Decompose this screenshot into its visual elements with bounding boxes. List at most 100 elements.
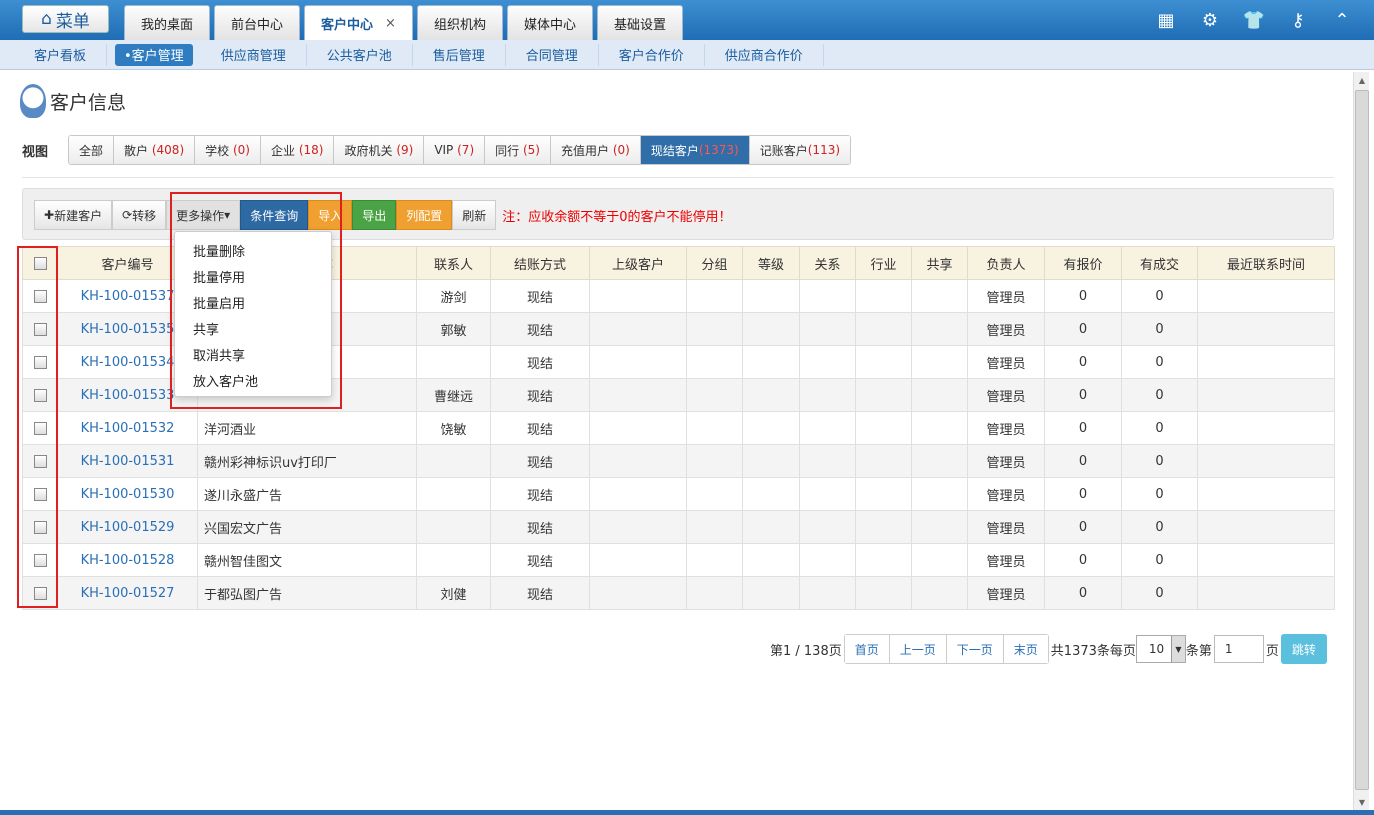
customer-code-link[interactable]: KH-100-01530 (57, 477, 198, 511)
collapse-icon[interactable]: ⌃ (1330, 8, 1354, 32)
payment-method-cell: 现结 (490, 576, 590, 610)
customer-code-link[interactable]: KH-100-01529 (57, 510, 198, 544)
group-cell (686, 312, 743, 346)
column-header[interactable]: 有成交 (1121, 246, 1198, 280)
view-tab-all[interactable]: 全部 (69, 136, 115, 164)
subnav-item-after-sales[interactable]: 售后管理 (413, 43, 506, 66)
view-tab-credit[interactable]: 记账客户 (113) (749, 136, 851, 164)
subnav-item-supplier-price[interactable]: 供应商合作价 (705, 43, 824, 66)
column-header[interactable]: 结账方式 (490, 246, 590, 280)
per-page-select[interactable]: 10 ▼ (1135, 635, 1186, 663)
view-label: 视图 (22, 144, 49, 160)
table-row[interactable]: KH-100-01528 赣州智佳图文 现结 管理员 0 0 (22, 543, 1335, 577)
subnav-item-customer-management[interactable]: •客户管理 (115, 43, 193, 66)
column-header[interactable]: 等级 (742, 246, 800, 280)
export-button[interactable]: 导出 (352, 200, 397, 230)
column-header[interactable]: 共享 (911, 246, 968, 280)
group-cell (686, 378, 743, 412)
menu-button[interactable]: ⌂ 菜单 (22, 5, 109, 33)
owner-cell: 管理员 (967, 510, 1045, 544)
contact-cell (416, 444, 491, 478)
table-row[interactable]: KH-100-01532 洋河酒业 饶敏 现结 管理员 0 0 (22, 411, 1335, 445)
scroll-down-icon[interactable]: ▼ (1354, 794, 1370, 810)
view-tab-government[interactable]: 政府机关 (9) (334, 136, 425, 164)
tab-label: 客户中心 (321, 17, 374, 33)
vertical-scrollbar[interactable]: ▲ ▼ (1353, 72, 1369, 810)
table-row[interactable]: KH-100-01531 赣州彩神标识uv打印厂 现结 管理员 0 0 (22, 444, 1335, 478)
customer-code-link[interactable]: KH-100-01532 (57, 411, 198, 445)
parent-customer-cell (589, 477, 687, 511)
goto-page-input[interactable]: 1 (1213, 635, 1264, 663)
grid-icon[interactable]: ▦ (1154, 8, 1178, 32)
column-header[interactable]: 负责人 (967, 246, 1045, 280)
group-cell (686, 477, 743, 511)
next-page-button[interactable]: 下一页 (946, 635, 1004, 663)
subnav-item-supplier-management[interactable]: 供应商管理 (201, 43, 307, 66)
tab-media-center[interactable]: 媒体中心 (506, 5, 593, 40)
shared-cell (911, 576, 968, 610)
table-row[interactable]: KH-100-01529 兴国宏文广告 现结 管理员 0 0 (22, 510, 1335, 544)
gear-icon[interactable]: ⚙ (1198, 8, 1222, 32)
tab-organization[interactable]: 组织机构 (416, 5, 503, 40)
close-icon[interactable]: × (385, 16, 396, 31)
parent-customer-cell (589, 312, 687, 346)
scroll-thumb[interactable] (1355, 90, 1369, 790)
last-contact-cell (1197, 543, 1335, 577)
column-header[interactable]: 上级客户 (589, 246, 687, 280)
subnav-item-customer-price[interactable]: 客户合作价 (599, 43, 705, 66)
column-header[interactable]: 联系人 (416, 246, 491, 280)
view-tab-peer[interactable]: 同行 (5) (485, 136, 551, 164)
owner-cell: 管理员 (967, 576, 1045, 610)
owner-cell: 管理员 (967, 312, 1045, 346)
customer-code-link[interactable]: KH-100-01527 (57, 576, 198, 610)
column-header[interactable]: 分组 (686, 246, 743, 280)
column-header[interactable]: 最近联系时间 (1197, 246, 1335, 280)
parent-customer-cell (589, 576, 687, 610)
last-contact-cell (1197, 279, 1335, 313)
view-tab-school[interactable]: 学校 (0) (195, 136, 261, 164)
page-title: 客户信息 (20, 84, 126, 118)
tab-label: 组织机构 (433, 17, 486, 33)
tab-front-center[interactable]: 前台中心 (214, 5, 301, 40)
new-customer-button[interactable]: ✚ 新建客户 (34, 200, 113, 230)
table-row[interactable]: KH-100-01530 遂川永盛广告 现结 管理员 0 0 (22, 477, 1335, 511)
subnav-item-contracts[interactable]: 合同管理 (506, 43, 599, 66)
view-tab-enterprise[interactable]: 企业 (18) (260, 136, 335, 164)
view-tab-cash[interactable]: 现结客户 (1373) (640, 136, 750, 164)
industry-cell (855, 576, 912, 610)
quote-cell: 0 (1044, 378, 1122, 412)
subnav-item-dashboard[interactable]: 客户看板 (14, 43, 108, 66)
prev-page-button[interactable]: 上一页 (889, 635, 947, 663)
first-page-button[interactable]: 首页 (844, 635, 890, 663)
last-contact-cell (1197, 345, 1335, 379)
view-tab-recharge[interactable]: 充值用户 (0) (550, 136, 641, 164)
key-icon[interactable]: ⚷ (1286, 8, 1310, 32)
page-title-text: 客户信息 (50, 91, 127, 114)
shirt-icon[interactable]: 👕 (1242, 8, 1266, 32)
shared-cell (911, 444, 968, 478)
column-header[interactable]: 行业 (855, 246, 912, 280)
subnav-item-public-pool[interactable]: 公共客户池 (307, 43, 413, 66)
tab-desktop[interactable]: 我的桌面 (124, 5, 211, 40)
scroll-up-icon[interactable]: ▲ (1354, 72, 1370, 88)
view-tab-vip[interactable]: VIP (7) (424, 136, 486, 164)
view-tab-count: (5) (522, 143, 540, 157)
quote-cell: 0 (1044, 411, 1122, 445)
view-tab-label: 散户 (124, 143, 149, 158)
customer-code-link[interactable]: KH-100-01531 (57, 444, 198, 478)
column-header[interactable]: 关系 (799, 246, 856, 280)
tab-customer-center[interactable]: 客户中心 × (304, 5, 413, 40)
last-page-button[interactable]: 末页 (1003, 635, 1048, 663)
refresh-button[interactable]: 刷新 (452, 200, 497, 230)
owner-cell: 管理员 (967, 477, 1045, 511)
tab-base-settings[interactable]: 基础设置 (596, 5, 683, 40)
group-cell (686, 345, 743, 379)
goto-button[interactable]: 跳转 (1280, 634, 1327, 664)
view-tab-retail[interactable]: 散户 (408) (114, 136, 196, 164)
transfer-button[interactable]: ⟳ 转移 (112, 200, 167, 230)
column-header[interactable]: 有报价 (1044, 246, 1122, 280)
column-config-button[interactable]: 列配置 (396, 200, 453, 230)
customer-code-link[interactable]: KH-100-01528 (57, 543, 198, 577)
table-row[interactable]: KH-100-01527 于都弘图广告 刘健 现结 管理员 0 0 (22, 576, 1335, 610)
contact-cell (416, 477, 491, 511)
